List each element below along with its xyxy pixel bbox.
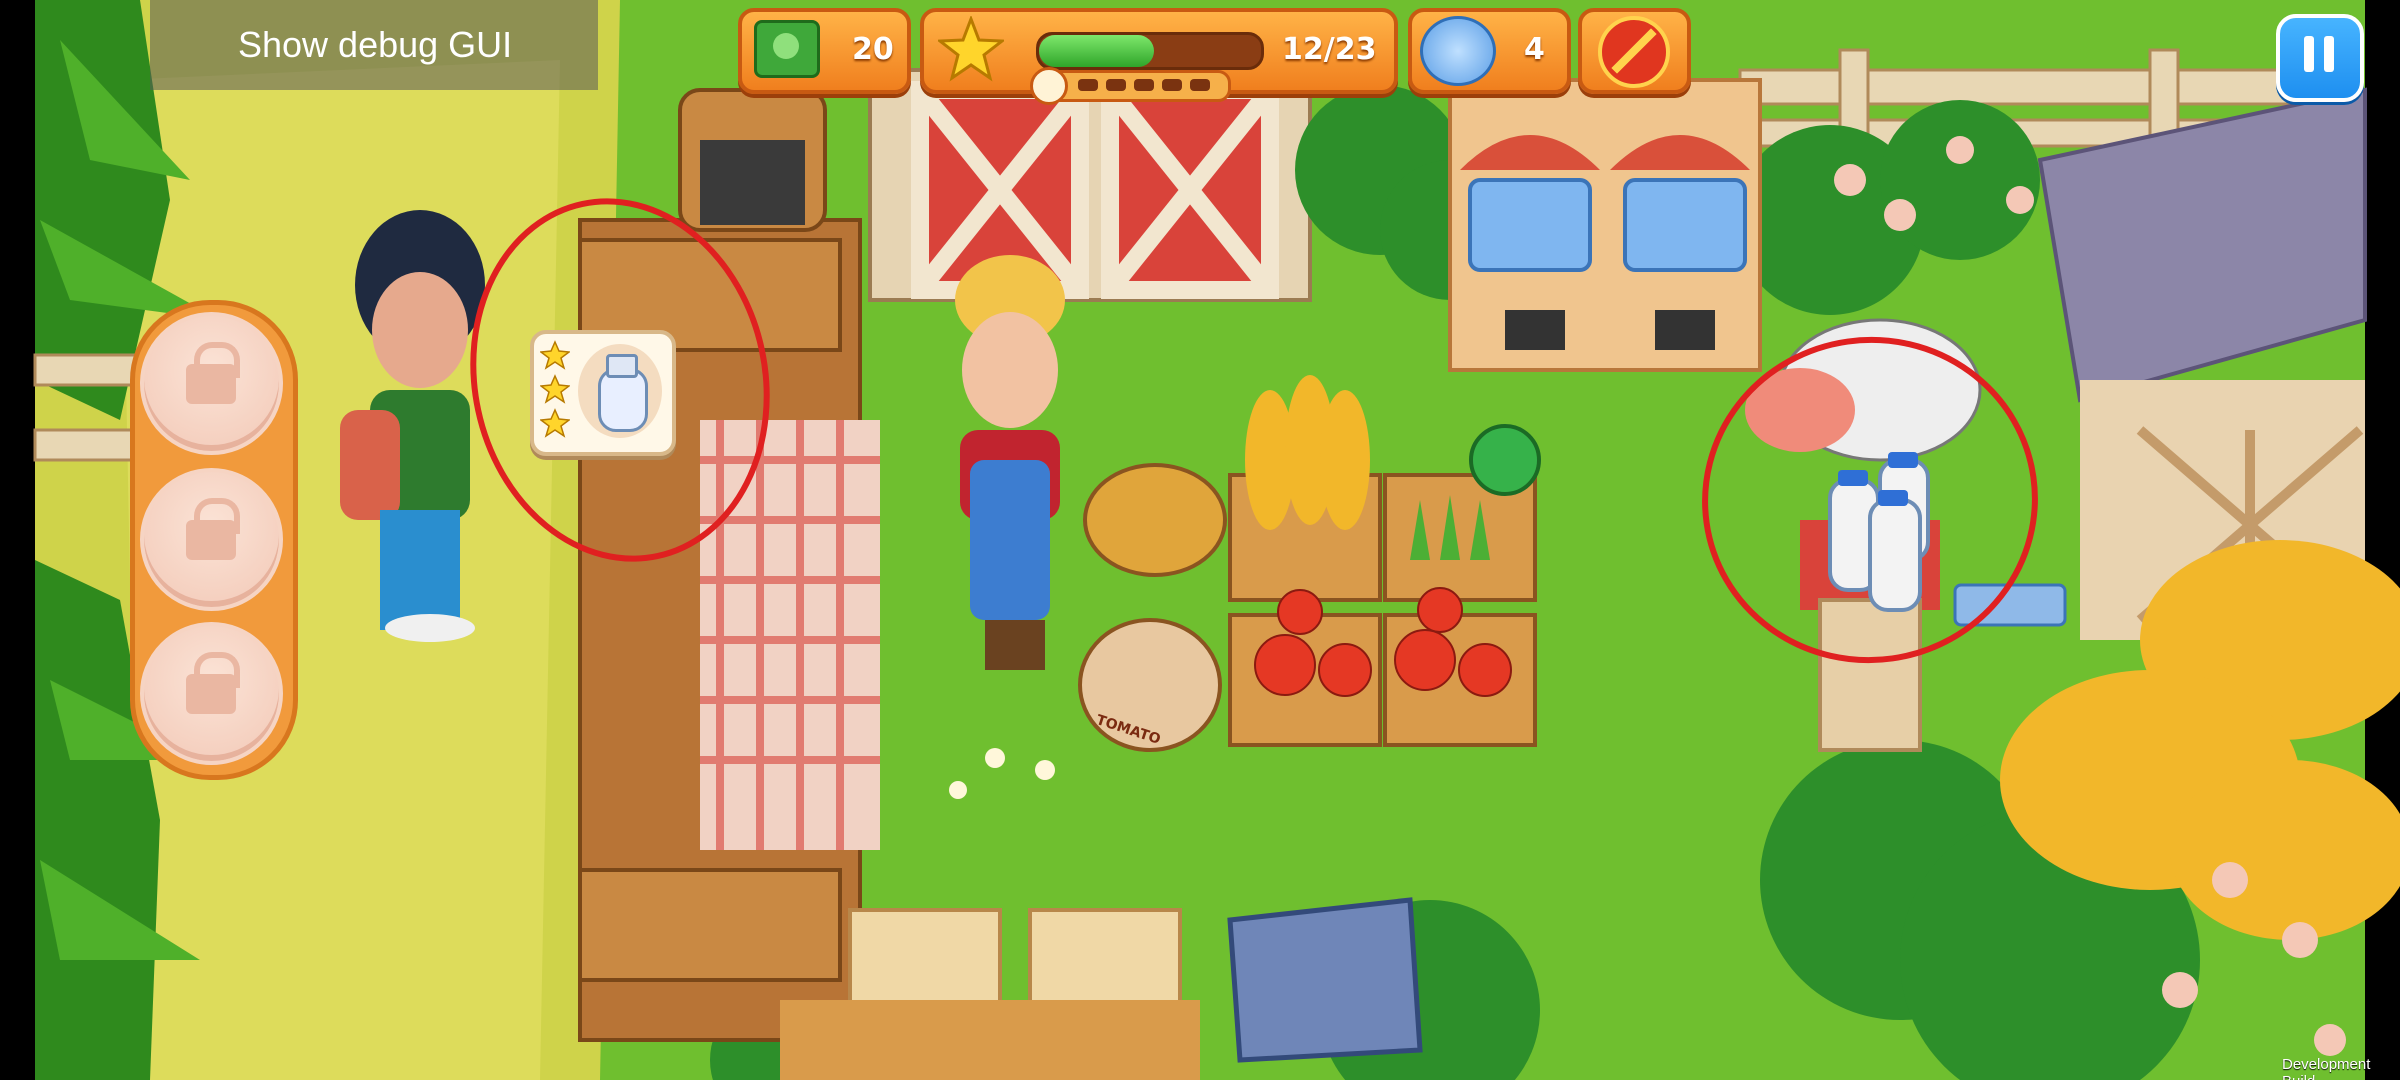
pause-icon — [2304, 36, 2314, 72]
clock-icon — [1030, 67, 1068, 105]
locked-slot-1[interactable] — [140, 312, 283, 455]
level-progress-text: 12/23 — [1282, 32, 1377, 67]
gems-icon — [1420, 16, 1496, 86]
locked-slot-2[interactable] — [140, 468, 283, 611]
development-build-label: Development Build — [2282, 1056, 2371, 1080]
crop-beds[interactable] — [1230, 390, 1535, 745]
money-counter[interactable]: 20 — [738, 8, 911, 94]
bread-ovens[interactable] — [1450, 80, 1760, 370]
locked-slot-3[interactable] — [140, 622, 283, 765]
no-ads-icon — [1598, 16, 1670, 88]
level-progress-bar — [1036, 32, 1264, 70]
milk-bottles[interactable] — [1800, 450, 1940, 750]
customer-order-bubble[interactable] — [530, 330, 676, 456]
order-stars — [539, 340, 571, 440]
pause-button[interactable] — [2276, 14, 2364, 102]
money-value: 20 — [852, 32, 894, 67]
tomato-sack[interactable] — [1080, 620, 1220, 755]
level-progress-fill — [1039, 35, 1155, 67]
farmer-character — [950, 255, 1070, 675]
game-scene[interactable]: Show debug GUI 20 12/23 4 TOMATO Develop… — [0, 0, 2400, 1080]
debug-gui-panel[interactable]: Show debug GUI — [150, 0, 598, 90]
daily-progress-dots — [1030, 67, 1231, 105]
customer-character — [340, 250, 480, 640]
cash-icon — [754, 20, 820, 78]
star-icon — [935, 14, 1007, 82]
wheat-sack[interactable] — [1085, 465, 1225, 580]
gems-value: 4 — [1524, 32, 1545, 67]
blue-machine[interactable] — [1230, 900, 1420, 1060]
debug-gui-label: Show debug GUI — [238, 24, 513, 65]
milk-jug-icon — [578, 344, 662, 438]
